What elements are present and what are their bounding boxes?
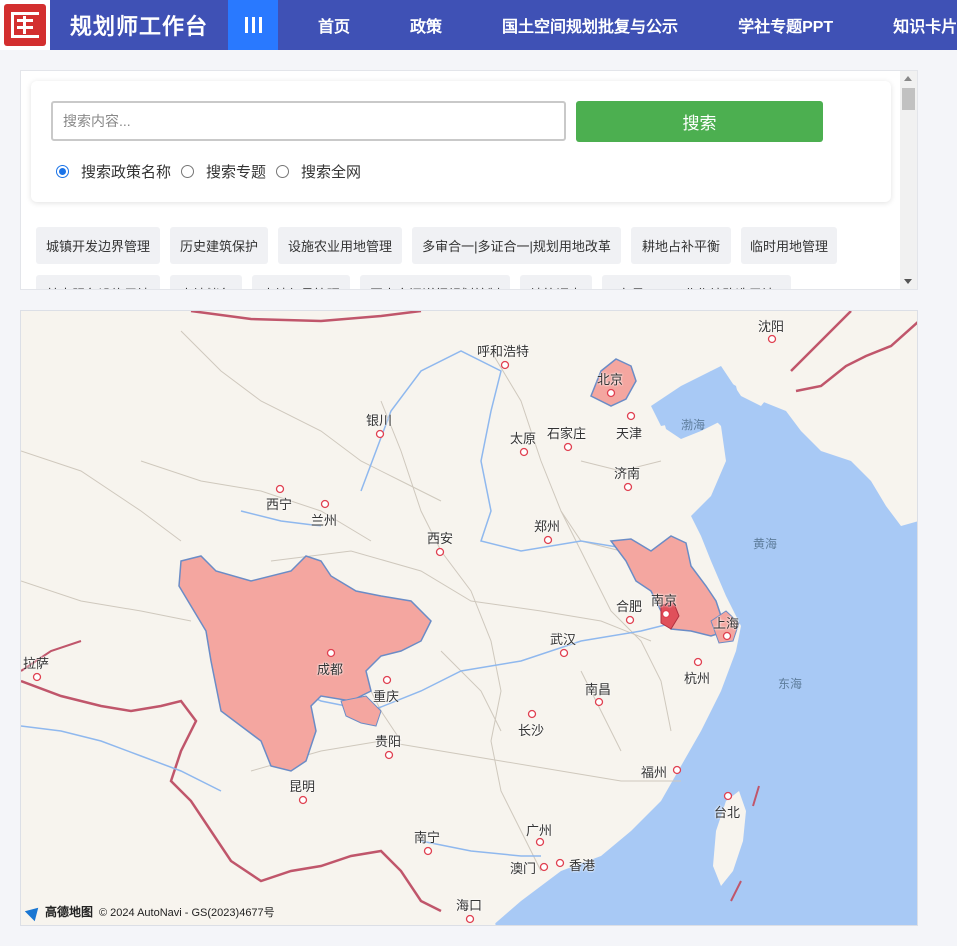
radio-policy-name[interactable] <box>56 165 69 178</box>
nav-home[interactable]: 首页 <box>318 13 350 37</box>
map-canvas <box>21 311 917 925</box>
radio-policy-name-label[interactable]: 搜索政策名称 <box>81 161 171 182</box>
menu-toggle-button[interactable] <box>228 0 279 50</box>
city-label: 长沙 <box>518 723 545 738</box>
city-label: 香港 <box>569 858 596 873</box>
city-label: 杭州 <box>684 671 711 686</box>
city-label: 武汉 <box>550 632 577 647</box>
city-label: 上海 <box>713 616 740 631</box>
radio-topic-label[interactable]: 搜索专题 <box>206 161 266 182</box>
scroll-thumb[interactable] <box>902 88 915 110</box>
city-label: 济南 <box>614 466 641 481</box>
tag-item[interactable]: 地籍调查 <box>520 275 592 289</box>
city-label: 太原 <box>510 431 537 446</box>
city-label: 成都 <box>317 662 344 677</box>
city-label: 台北 <box>714 805 741 820</box>
radio-web[interactable] <box>276 165 290 178</box>
city-label: 北京 <box>597 372 624 387</box>
city-label: 沈阳 <box>758 319 785 334</box>
city-label: 合肥 <box>616 599 643 614</box>
attribution-text: © 2024 AutoNavi - GS(2023)4677号 <box>99 906 275 919</box>
city-label: 西宁 <box>266 497 293 512</box>
city-label: 郑州 <box>534 519 561 534</box>
tag-item[interactable]: 历史建筑保护 <box>170 227 268 264</box>
nav-ppt[interactable]: 学社专题PPT <box>738 13 833 37</box>
city-label: 澳门 <box>510 861 537 876</box>
city-label: 石家庄 <box>547 426 587 441</box>
city-label: 兰州 <box>311 513 338 528</box>
app-logo[interactable] <box>0 0 50 50</box>
city-label: 昆明 <box>289 779 316 794</box>
search-button[interactable]: 搜索 <box>576 101 823 142</box>
search-scope-options: 搜索政策名称 搜索专题 搜索全网 <box>56 161 371 182</box>
top-navigation-bar: 规划师工作台 首页 政策 国土空间规划批复与公示 学社专题PPT 知识卡片 <box>0 0 957 50</box>
scroll-up-icon[interactable] <box>904 76 912 81</box>
nav-knowledge-cards[interactable]: 知识卡片 <box>893 13 957 37</box>
radio-topic[interactable] <box>181 165 195 178</box>
search-input[interactable] <box>51 101 566 141</box>
city-label: 南昌 <box>585 682 612 697</box>
tag-item[interactable]: 存量——工业作坊改造用地 <box>602 275 791 289</box>
city-label: 贵阳 <box>375 734 402 749</box>
sea-label: 黄海 <box>753 537 778 551</box>
china-map[interactable]: 沈阳 呼和浩特 北京 天津 银川 太原 石家庄 济南 西宁 兰州 郑州 西安 南… <box>20 310 918 926</box>
tag-item[interactable]: 多审合一|多证合一|规划用地改革 <box>412 227 621 264</box>
tag-item[interactable]: 基本服务设施用地 <box>36 275 160 289</box>
search-panel: 搜索 搜索政策名称 搜索专题 搜索全网 城镇开发边界管理 历史建筑保护 设施农业… <box>20 70 918 290</box>
city-label: 银川 <box>366 413 393 428</box>
main-nav: 首页 政策 国土空间规划批复与公示 学社专题PPT 知识卡片 <box>278 0 957 50</box>
map-attribution: 高德地图 © 2024 AutoNavi - GS(2023)4677号 <box>24 902 275 921</box>
tag-item[interactable]: 设施农业用地管理 <box>278 227 402 264</box>
tag-item[interactable]: 国土空间详细规划编制 <box>360 275 510 289</box>
city-label: 南京 <box>651 593 678 608</box>
search-card: 搜索 搜索政策名称 搜索专题 搜索全网 <box>31 81 891 202</box>
city-label: 重庆 <box>373 689 400 704</box>
nav-policy[interactable]: 政策 <box>410 13 442 37</box>
radio-web-label[interactable]: 搜索全网 <box>301 161 361 182</box>
city-label: 拉萨 <box>23 656 50 671</box>
menu-icon <box>244 17 248 33</box>
tag-item[interactable]: 耕地占补平衡 <box>631 227 731 264</box>
city-label: 天津 <box>616 426 643 441</box>
logo-icon <box>4 4 46 46</box>
tag-item[interactable]: 临时用地管理 <box>741 227 837 264</box>
amap-logo[interactable]: 高德地图 <box>24 902 93 921</box>
city-label: 海口 <box>456 898 483 913</box>
scroll-down-icon[interactable] <box>904 279 912 284</box>
tag-item[interactable]: 土地储备 <box>170 275 242 289</box>
city-label: 西安 <box>427 531 454 546</box>
city-label: 呼和浩特 <box>477 344 530 359</box>
amap-arrow-icon <box>24 902 44 921</box>
tag-item[interactable]: 城镇开发边界管理 <box>36 227 160 264</box>
city-label: 南宁 <box>414 830 441 845</box>
sea-label: 东海 <box>778 677 803 691</box>
panel-scrollbar[interactable] <box>900 71 917 289</box>
app-title: 规划师工作台 <box>70 14 209 39</box>
tag-item[interactable]: 土地复垦管理 <box>252 275 350 289</box>
sea-label: 渤海 <box>681 418 706 432</box>
nav-planning-approval[interactable]: 国土空间规划批复与公示 <box>502 13 678 37</box>
city-label: 广州 <box>526 823 553 838</box>
city-label: 福州 <box>641 765 668 780</box>
